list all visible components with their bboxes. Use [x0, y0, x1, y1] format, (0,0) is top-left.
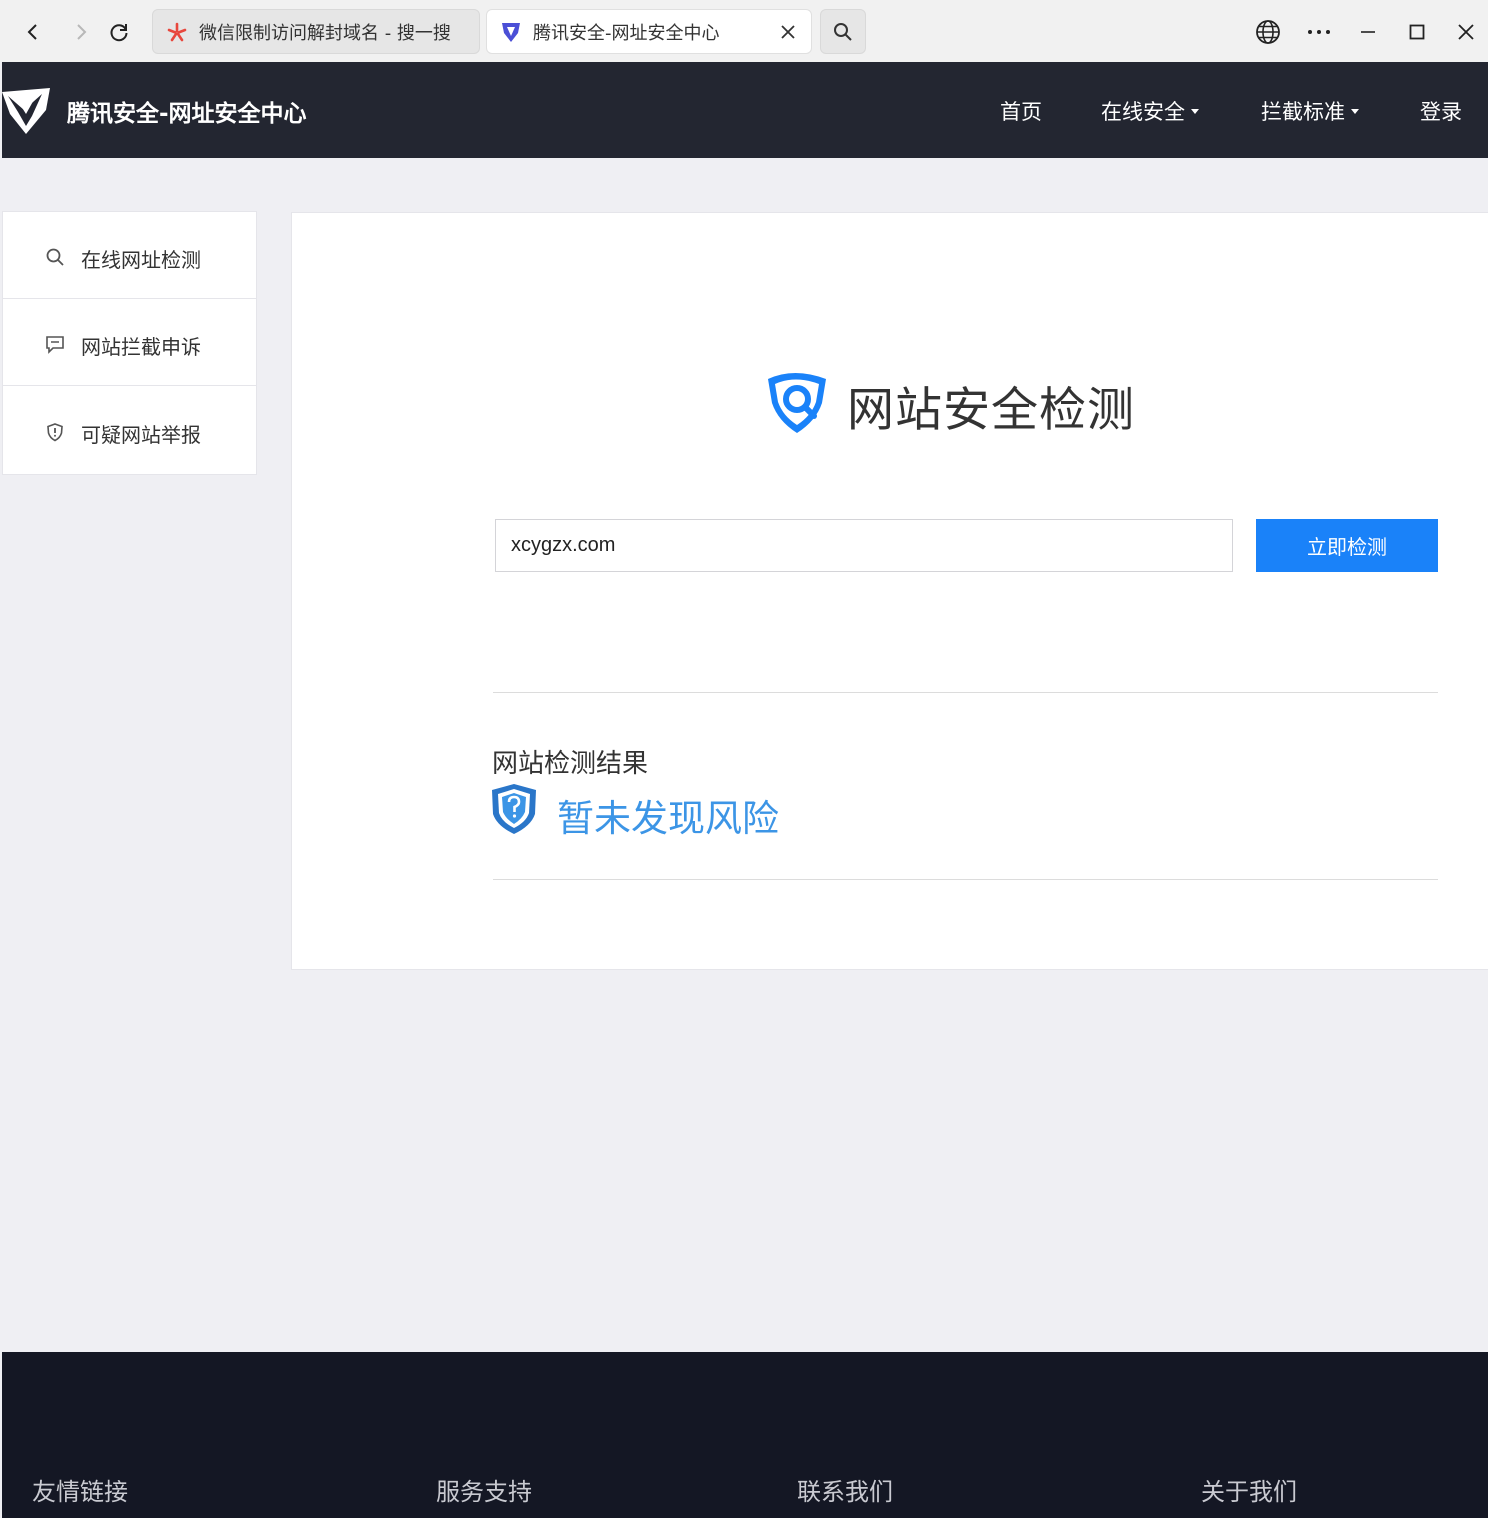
tab-search-button[interactable] [820, 9, 866, 54]
reload-icon [110, 24, 128, 42]
more-icon [1308, 30, 1330, 34]
nav-blocking-standards[interactable]: 拦截标准 [1261, 96, 1359, 126]
shield-unknown-icon [492, 784, 536, 834]
chevron-left-icon [27, 24, 37, 40]
maximize-icon [1409, 24, 1425, 40]
check-now-button[interactable]: 立即检测 [1256, 519, 1438, 572]
divider [493, 879, 1438, 880]
search-icon [834, 22, 852, 41]
forward-button[interactable] [63, 14, 99, 50]
close-tab-icon[interactable] [777, 21, 799, 43]
message-icon [46, 336, 64, 354]
sidebar-item-report-site[interactable]: 可疑网站举报 [3, 387, 256, 474]
nav-label: 登录 [1420, 101, 1462, 124]
maximize-button[interactable] [1397, 12, 1437, 52]
footer-heading-links: 友情链接 [32, 1478, 128, 1506]
back-button[interactable] [15, 14, 51, 50]
minimize-button[interactable] [1348, 12, 1388, 52]
nav-label: 拦截标准 [1261, 101, 1345, 124]
close-window-button[interactable] [1446, 12, 1486, 52]
url-input[interactable] [495, 519, 1233, 572]
sidebar-item-online-url-check[interactable]: 在线网址检测 [3, 212, 256, 299]
search-icon [46, 248, 64, 266]
tencent-security-logo-icon[interactable] [2, 84, 54, 140]
caret-down-icon [1191, 108, 1199, 114]
page-title: 网站安全检测 [847, 383, 1135, 438]
reload-button[interactable] [101, 14, 137, 50]
shield-alert-icon [47, 423, 63, 442]
site-footer: 友情链接 服务支持 联系我们 关于我们 [2, 1352, 1488, 1518]
nav-label: 首页 [1000, 101, 1042, 124]
result-status: 暂未发现风险 [557, 797, 779, 840]
security-check-logo-icon [768, 373, 826, 433]
tencent-security-logo-icon [499, 20, 523, 44]
footer-heading-support: 服务支持 [436, 1478, 532, 1506]
tab-title: 微信限制访问解封域名 - 搜一搜 [199, 22, 451, 44]
caret-down-icon [1351, 108, 1359, 114]
browser-tab-bar: 微信限制访问解封域名 - 搜一搜 腾讯安全-网址安全中心 [0, 0, 1488, 62]
nav-online-security[interactable]: 在线安全 [1101, 96, 1199, 126]
nav-label: 在线安全 [1101, 101, 1185, 124]
tab-sou-yi-sou[interactable]: 微信限制访问解封域名 - 搜一搜 [152, 9, 480, 54]
globe-icon [1256, 20, 1280, 44]
site-header: 腾讯安全-网址安全中心 首页 在线安全 拦截标准 登录 [2, 62, 1488, 158]
tab-title: 腾讯安全-网址安全中心 [533, 22, 720, 44]
main-panel: 网站安全检测 立即检测 网站检测结果 暂未发现风险 [291, 212, 1488, 970]
sidebar: 在线网址检测 网站拦截申诉 可疑网站举报 [2, 211, 257, 475]
tab-tencent-security[interactable]: 腾讯安全-网址安全中心 [486, 9, 812, 54]
sidebar-item-label: 网站拦截申诉 [81, 335, 201, 359]
footer-heading-about: 关于我们 [1201, 1478, 1297, 1506]
sidebar-item-label: 可疑网站举报 [81, 423, 201, 447]
divider [493, 692, 1438, 693]
result-label: 网站检测结果 [492, 749, 649, 779]
minimize-icon [1361, 31, 1375, 33]
more-menu-button[interactable] [1299, 12, 1339, 52]
brand-title[interactable]: 腾讯安全-网址安全中心 [67, 94, 307, 128]
chevron-right-icon [77, 24, 87, 40]
close-icon [1458, 24, 1474, 40]
language-button[interactable] [1248, 12, 1288, 52]
nav-home[interactable]: 首页 [1000, 96, 1042, 126]
sidebar-item-block-appeal[interactable]: 网站拦截申诉 [3, 299, 256, 386]
footer-heading-contact: 联系我们 [797, 1478, 893, 1506]
sou-yi-sou-logo-icon [165, 20, 189, 44]
sidebar-item-label: 在线网址检测 [81, 248, 201, 272]
nav-login[interactable]: 登录 [1420, 96, 1462, 126]
